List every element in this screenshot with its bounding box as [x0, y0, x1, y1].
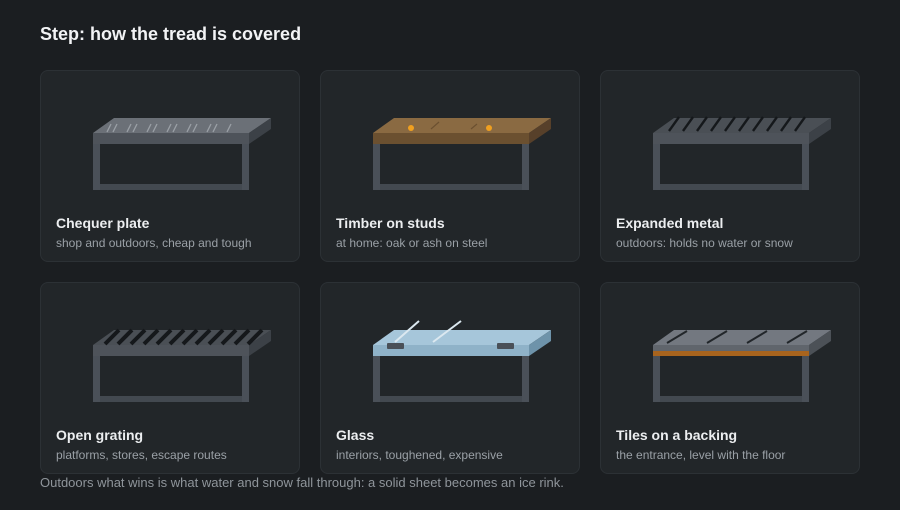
stair-frame — [93, 356, 249, 402]
card-title: Tiles on a backing — [616, 427, 738, 443]
glass-clamp — [387, 343, 404, 349]
card-subtitle: outdoors: holds no water or snow — [616, 236, 793, 250]
stud-marker — [408, 125, 414, 131]
footer-note: Outdoors what wins is what water and sno… — [40, 475, 564, 490]
card-subtitle: platforms, stores, escape routes — [56, 448, 227, 462]
stair-frame — [373, 144, 529, 190]
card-subtitle: shop and outdoors, cheap and tough — [56, 236, 252, 250]
card-subtitle: interiors, toughened, expensive — [336, 448, 503, 462]
card-subtitle: at home: oak or ash on steel — [336, 236, 488, 250]
card-title: Glass — [336, 427, 375, 443]
stair-frame — [373, 356, 529, 402]
option-card-glass[interactable]: Glass interiors, toughened, expensive — [320, 282, 580, 474]
option-card-expanded-metal[interactable]: Expanded metal outdoors: holds no water … — [600, 70, 860, 262]
card-title: Expanded metal — [616, 215, 724, 231]
card-title: Chequer plate — [56, 215, 150, 231]
open-grating-tread-icon — [93, 328, 271, 402]
stair-frame — [93, 144, 249, 190]
option-card-timber-on-studs[interactable]: Timber on studs at home: oak or ash on s… — [320, 70, 580, 262]
stair-frame — [653, 356, 809, 402]
tread-options-grid: Chequer plate shop and outdoors, cheap a… — [40, 70, 860, 474]
tile-backing — [653, 351, 809, 356]
timber-tread-icon — [373, 118, 551, 190]
stair-frame — [653, 144, 809, 190]
glass-tread-icon — [373, 320, 551, 402]
tile-tread-icon — [653, 330, 831, 402]
stud-marker — [486, 125, 492, 131]
chequer-plate-tread-icon — [93, 118, 271, 190]
option-card-chequer-plate[interactable]: Chequer plate shop and outdoors, cheap a… — [40, 70, 300, 262]
option-card-tiles-on-backing[interactable]: Tiles on a backing the entrance, level w… — [600, 282, 860, 474]
card-title: Timber on studs — [336, 215, 445, 231]
glass-clamp — [497, 343, 514, 349]
card-subtitle: the entrance, level with the floor — [616, 448, 786, 462]
page-title: Step: how the tread is covered — [40, 24, 302, 44]
expanded-metal-tread-icon — [653, 116, 831, 190]
option-card-open-grating[interactable]: Open grating platforms, stores, escape r… — [40, 282, 300, 474]
card-title: Open grating — [56, 427, 144, 443]
